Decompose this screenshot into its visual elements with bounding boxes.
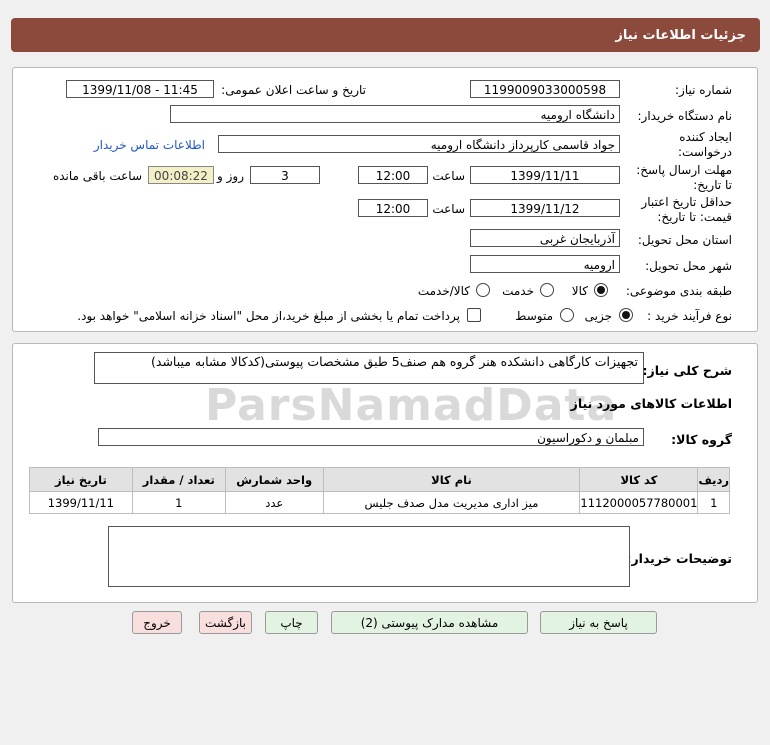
need-number-label: شماره نیاز:: [675, 83, 732, 97]
col-code: کد کالا: [579, 467, 699, 492]
category-label: طبقه بندی موضوعی:: [625, 284, 732, 298]
days-label: روز و: [217, 169, 244, 183]
back-button[interactable]: بازگشت: [199, 611, 252, 634]
creator-field: جواد قاسمی کارپرداز دانشگاه ارومیه: [218, 135, 620, 153]
announce-field: 1399/11/08 - 11:45: [66, 80, 214, 98]
goods-table: ردیف کد کالا نام کالا واحد شمارش تعداد /…: [29, 467, 730, 514]
description-label: شرح کلی نیاز:: [642, 363, 732, 378]
category-radio-service[interactable]: [540, 283, 554, 297]
category-radio-goods-service[interactable]: [476, 283, 490, 297]
col-need-date: تاریخ نیاز: [29, 467, 133, 492]
process-radio-medium[interactable]: [560, 308, 574, 322]
view-attachments-button[interactable]: مشاهده مدارک پیوستی (2): [331, 611, 528, 634]
category-option-service: خدمت: [502, 284, 534, 298]
col-name: نام کالا: [322, 467, 581, 492]
announce-label: تاریخ و ساعت اعلان عمومی:: [221, 83, 366, 97]
description-field: تجهیزات کارگاهی دانشکده هنر گروه هم صنف5…: [94, 352, 644, 384]
cell-name: میز اداری مدیریت مدل صدف جلیس: [322, 491, 581, 514]
reply-button[interactable]: پاسخ به نیاز: [540, 611, 657, 634]
buyer-notes-field: [108, 526, 630, 587]
buyer-contact-link[interactable]: اطلاعات تماس خریدار: [94, 138, 205, 152]
remaining-time-field: 00:08:22: [148, 166, 214, 184]
remaining-label: ساعت باقی مانده: [52, 169, 142, 183]
reply-time-label: ساعت: [432, 169, 465, 183]
city-field: ارومیه: [470, 255, 620, 273]
col-row: ردیف: [697, 467, 730, 492]
goods-group-field: مبلمان و دکوراسیون: [98, 428, 644, 446]
cell-quantity: 1: [131, 491, 226, 514]
col-unit: واحد شمارش: [224, 467, 324, 492]
process-label: نوع فرآیند خرید :: [647, 309, 732, 323]
cell-need-date: 1399/11/11: [29, 491, 133, 514]
table-header-row: ردیف کد کالا نام کالا واحد شمارش تعداد /…: [29, 467, 730, 492]
print-button[interactable]: چاپ: [265, 611, 318, 634]
payment-note: پرداخت تمام یا بخشی از مبلغ خرید،از محل …: [77, 309, 460, 323]
cell-row: 1: [697, 491, 730, 514]
exit-button[interactable]: خروج: [132, 611, 182, 634]
treasury-payment-checkbox[interactable]: [467, 308, 481, 322]
need-number-field: 1199009033000598: [470, 80, 620, 98]
category-option-goods: کالا: [571, 284, 588, 298]
goods-section-title: اطلاعات کالاهای مورد نیاز: [570, 396, 732, 411]
validity-label-1: حداقل تاریخ اعتبار: [641, 195, 732, 209]
validity-time-field: 12:00: [358, 199, 428, 217]
buyer-org-field: دانشگاه ارومیه: [170, 105, 620, 123]
cell-code: 1112000057780001: [579, 491, 699, 514]
validity-time-label: ساعت: [432, 202, 465, 216]
city-label: شهر محل تحویل:: [645, 259, 732, 273]
creator-label-1: ایجاد کننده: [679, 130, 732, 144]
table-row: 1 1112000057780001 میز اداری مدیریت مدل …: [29, 491, 730, 514]
reply-deadline-label-2: تا تاریخ:: [693, 178, 732, 192]
days-field: 3: [250, 166, 320, 184]
creator-label-2: درخواست:: [678, 145, 732, 159]
province-field: آذربایجان غربی: [470, 229, 620, 247]
reply-time-field: 12:00: [358, 166, 428, 184]
buyer-org-label: نام دستگاه خریدار:: [637, 109, 733, 123]
goods-group-label: گروه کالا:: [671, 432, 732, 447]
process-option-medium: متوسط: [515, 309, 553, 323]
process-option-minor: جزیی: [584, 309, 612, 323]
reply-date-field: 1399/11/11: [470, 166, 620, 184]
page-header: جزئیات اطلاعات نیاز: [11, 18, 760, 52]
col-quantity: تعداد / مقدار: [131, 467, 226, 492]
province-label: استان محل تحویل:: [637, 233, 732, 247]
category-option-goods-service: کالا/خدمت: [417, 284, 470, 298]
validity-label-2: قیمت: تا تاریخ:: [657, 210, 732, 224]
page-title: جزئیات اطلاعات نیاز: [615, 27, 746, 43]
category-radio-goods[interactable]: [594, 283, 608, 297]
cell-unit: عدد: [224, 491, 324, 514]
reply-deadline-label-1: مهلت ارسال پاسخ:: [636, 163, 732, 177]
process-radio-minor[interactable]: [619, 308, 633, 322]
validity-date-field: 1399/11/12: [470, 199, 620, 217]
buyer-notes-label: توضیحات خریدار:: [626, 551, 732, 566]
